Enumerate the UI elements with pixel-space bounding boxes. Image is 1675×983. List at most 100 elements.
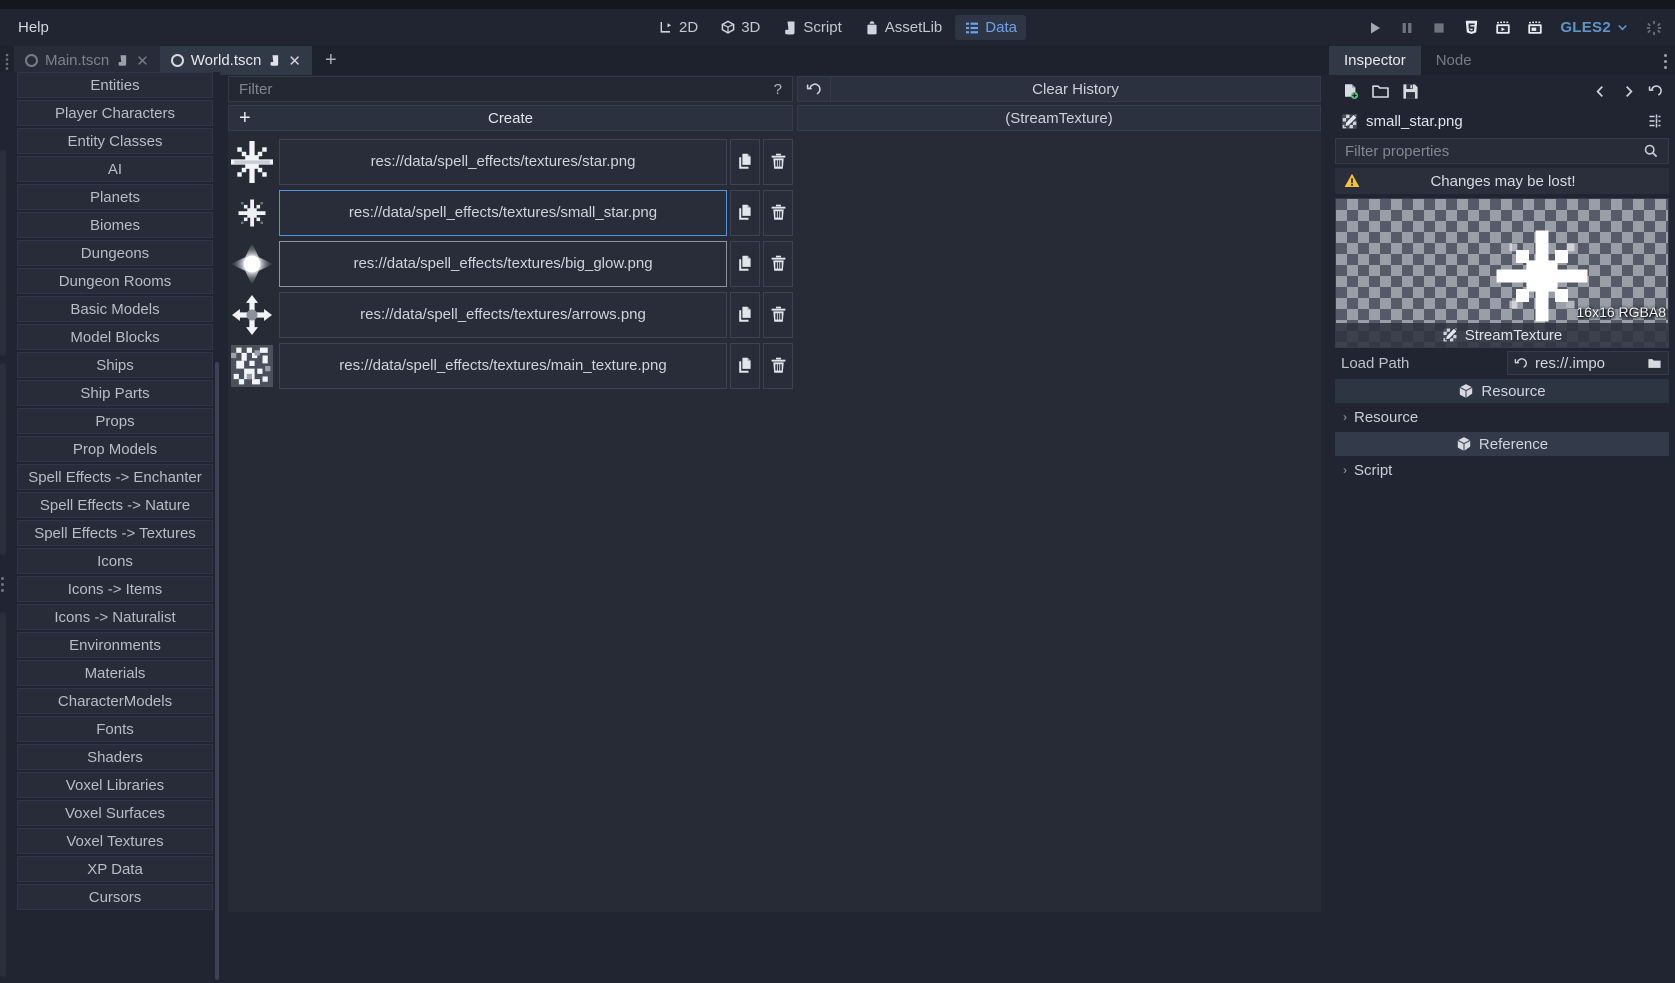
new-resource-button[interactable] bbox=[1337, 78, 1363, 104]
sidebar-item-spell-effects-textures[interactable]: Spell Effects -> Textures bbox=[17, 520, 213, 546]
play-button[interactable] bbox=[1360, 14, 1390, 42]
sidebar-item-ship-parts[interactable]: Ship Parts bbox=[17, 380, 213, 406]
create-button[interactable]: + Create bbox=[228, 105, 793, 131]
object-menu-icon[interactable] bbox=[1647, 113, 1663, 129]
menu-help[interactable]: Help bbox=[6, 15, 61, 40]
sidebar-split-handle-mid[interactable] bbox=[0, 363, 6, 555]
duplicate-resource-button[interactable] bbox=[730, 189, 760, 236]
sidebar-item-props[interactable]: Props bbox=[17, 408, 213, 434]
duplicate-resource-button[interactable] bbox=[730, 240, 760, 287]
delete-resource-button[interactable] bbox=[763, 291, 793, 338]
stop-button[interactable] bbox=[1424, 14, 1454, 42]
sidebar-scrollbar[interactable] bbox=[215, 362, 219, 980]
resource-row[interactable]: res://data/spell_effects/textures/arrows… bbox=[228, 290, 793, 339]
open-resource-button[interactable] bbox=[1367, 78, 1393, 104]
scene-tab-close-button[interactable]: ✕ bbox=[136, 52, 149, 70]
sidebar-item-dungeon-rooms[interactable]: Dungeon Rooms bbox=[17, 268, 213, 294]
sidebar-item-dungeons[interactable]: Dungeons bbox=[17, 240, 213, 266]
mode-button-data[interactable]: Data bbox=[955, 15, 1026, 40]
sidebar-item-prop-models[interactable]: Prop Models bbox=[17, 436, 213, 462]
scene-tab-drag-handle[interactable] bbox=[0, 46, 14, 75]
sidebar-split-handle-top[interactable] bbox=[0, 150, 6, 356]
sidebar-item-icons-naturalist[interactable]: Icons -> Naturalist bbox=[17, 604, 213, 630]
resource-row[interactable]: res://data/spell_effects/textures/star.p… bbox=[228, 137, 793, 186]
resource-row[interactable]: res://data/spell_effects/textures/small_… bbox=[228, 188, 793, 237]
sidebar-split-handle-bottom[interactable] bbox=[0, 612, 6, 977]
duplicate-resource-button[interactable] bbox=[730, 291, 760, 338]
resource-path-button[interactable]: res://data/spell_effects/textures/big_gl… bbox=[279, 240, 727, 287]
sidebar-item-ships[interactable]: Ships bbox=[17, 352, 213, 378]
property-value-field[interactable]: res://.impo bbox=[1507, 351, 1669, 375]
sidebar-item-basic-models[interactable]: Basic Models bbox=[17, 296, 213, 322]
sidebar-item-materials[interactable]: Materials bbox=[17, 660, 213, 686]
dock-options-button[interactable] bbox=[1660, 50, 1671, 73]
sidebar-item-charactermodels[interactable]: CharacterModels bbox=[17, 688, 213, 714]
resource-path-button[interactable]: res://data/spell_effects/textures/star.p… bbox=[279, 138, 727, 185]
property-category-resource[interactable]: Resource bbox=[1335, 379, 1669, 403]
property-group-resource[interactable]: › Resource bbox=[1335, 405, 1669, 429]
duplicate-resource-button[interactable] bbox=[730, 342, 760, 389]
duplicate-resource-button[interactable] bbox=[730, 138, 760, 185]
tab-node[interactable]: Node bbox=[1421, 46, 1487, 75]
sidebar-drag-handle[interactable] bbox=[1, 577, 4, 592]
sidebar-item-biomes[interactable]: Biomes bbox=[17, 212, 213, 238]
play-html5-button[interactable] bbox=[1456, 14, 1486, 42]
play-scene-button[interactable] bbox=[1488, 14, 1518, 42]
mode-label-3d: 3D bbox=[741, 19, 761, 36]
property-group-script[interactable]: › Script bbox=[1335, 458, 1669, 482]
resource-row[interactable]: res://data/spell_effects/textures/main_t… bbox=[228, 341, 793, 390]
sidebar-item-ai[interactable]: AI bbox=[17, 156, 213, 182]
sidebar-item-fonts[interactable]: Fonts bbox=[17, 716, 213, 742]
mode-button-3d[interactable]: 3D bbox=[711, 15, 769, 40]
history-next-button[interactable] bbox=[1615, 78, 1641, 104]
undo-button[interactable] bbox=[797, 76, 831, 102]
sidebar-item-icons[interactable]: Icons bbox=[17, 548, 213, 574]
delete-resource-button[interactable] bbox=[763, 138, 793, 185]
delete-resource-button[interactable] bbox=[763, 342, 793, 389]
save-resource-button[interactable] bbox=[1397, 78, 1423, 104]
filter-help-icon[interactable]: ? bbox=[768, 81, 782, 98]
mode-button-script[interactable]: Script bbox=[773, 15, 850, 40]
sidebar-item-spell-effects-enchanter[interactable]: Spell Effects -> Enchanter bbox=[17, 464, 213, 490]
sidebar-item-icons-items[interactable]: Icons -> Items bbox=[17, 576, 213, 602]
delete-resource-button[interactable] bbox=[763, 240, 793, 287]
scene-tab-world[interactable]: World.tscn ✕ bbox=[159, 46, 312, 75]
sidebar-item-voxel-surfaces[interactable]: Voxel Surfaces bbox=[17, 800, 213, 826]
tab-inspector[interactable]: Inspector bbox=[1329, 46, 1421, 75]
mode-button-assetlib[interactable]: AssetLib bbox=[855, 15, 952, 40]
renderer-selector[interactable]: GLES2 bbox=[1552, 16, 1637, 39]
sidebar-item-model-blocks[interactable]: Model Blocks bbox=[17, 324, 213, 350]
history-menu-button[interactable] bbox=[1643, 78, 1669, 104]
sidebar-item-planets[interactable]: Planets bbox=[17, 184, 213, 210]
sidebar-item-player-characters[interactable]: Player Characters bbox=[17, 100, 213, 126]
resource-path-button[interactable]: res://data/spell_effects/textures/main_t… bbox=[279, 342, 727, 389]
mode-button-2d[interactable]: 2D bbox=[649, 15, 707, 40]
property-category-reference[interactable]: Reference bbox=[1335, 432, 1669, 456]
sidebar-item-entities[interactable]: Entities bbox=[17, 72, 213, 98]
sidebar-item-shaders[interactable]: Shaders bbox=[17, 744, 213, 770]
inspector-filter-input[interactable] bbox=[1345, 142, 1643, 160]
resource-path-button[interactable]: res://data/spell_effects/textures/small_… bbox=[279, 189, 727, 236]
clear-history-button[interactable]: Clear History bbox=[831, 76, 1321, 102]
add-scene-tab-button[interactable]: + bbox=[312, 46, 350, 75]
sidebar-item-environments[interactable]: Environments bbox=[17, 632, 213, 658]
pause-button[interactable] bbox=[1392, 14, 1422, 42]
scene-tab-close-button[interactable]: ✕ bbox=[288, 52, 301, 70]
sidebar-item-cursors[interactable]: Cursors bbox=[17, 884, 213, 910]
resource-path-button[interactable]: res://data/spell_effects/textures/arrows… bbox=[279, 291, 727, 338]
resource-row-list: res://data/spell_effects/textures/star.p… bbox=[228, 137, 793, 390]
property-row-load-path: Load Path res://.impo bbox=[1335, 350, 1669, 376]
property-category-label: Resource bbox=[1481, 382, 1546, 400]
scene-tab-main[interactable]: Main.tscn ✕ bbox=[14, 46, 160, 75]
delete-resource-button[interactable] bbox=[763, 189, 793, 236]
sidebar-item-xp-data[interactable]: XP Data bbox=[17, 856, 213, 882]
sidebar-item-entity-classes[interactable]: Entity Classes bbox=[17, 128, 213, 154]
resource-row[interactable]: res://data/spell_effects/textures/big_gl… bbox=[228, 239, 793, 288]
sidebar-item-spell-effects-nature[interactable]: Spell Effects -> Nature bbox=[17, 492, 213, 518]
sidebar-item-voxel-libraries[interactable]: Voxel Libraries bbox=[17, 772, 213, 798]
history-prev-button[interactable] bbox=[1587, 78, 1613, 104]
play-custom-scene-button[interactable] bbox=[1520, 14, 1550, 42]
filter-input[interactable] bbox=[239, 80, 768, 98]
sidebar-item-voxel-textures[interactable]: Voxel Textures bbox=[17, 828, 213, 854]
chevron-right-icon: › bbox=[1343, 410, 1347, 424]
